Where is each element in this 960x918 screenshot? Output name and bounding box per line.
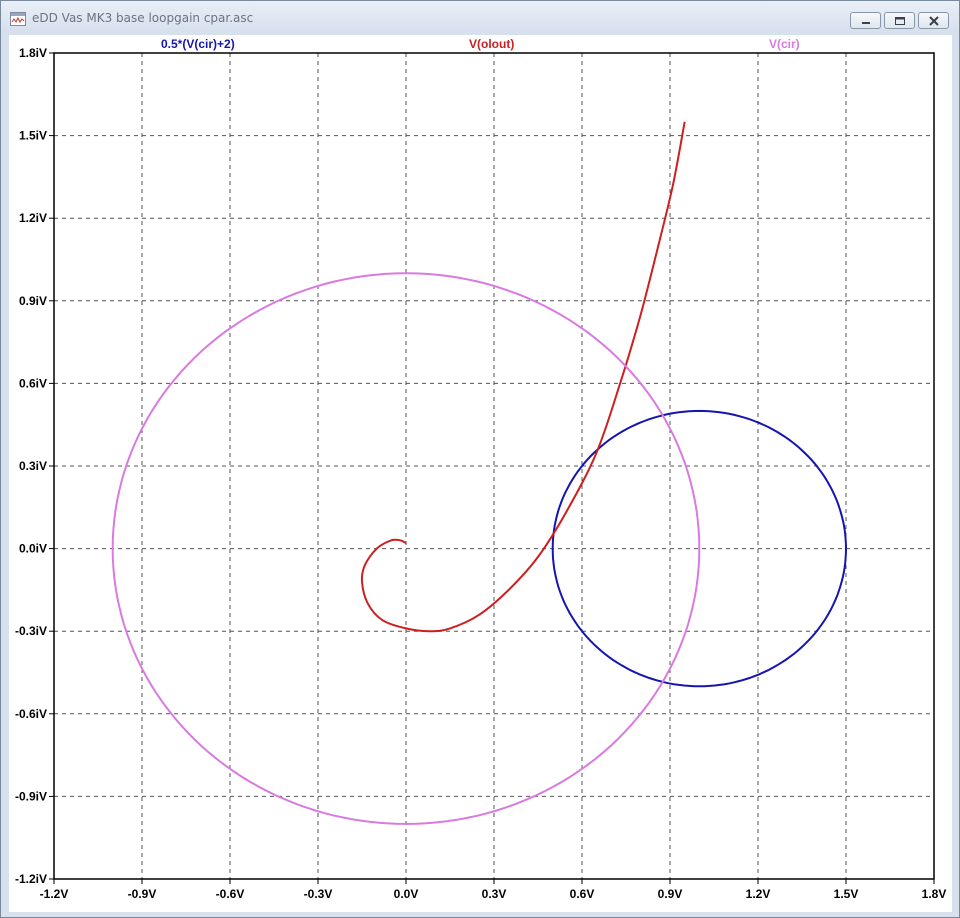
x-tick-label: 0.9V: [658, 887, 683, 901]
y-tick-label: -0.6iV: [15, 707, 47, 721]
y-tick-label: -0.9iV: [15, 789, 47, 803]
x-tick-label: -0.9V: [128, 887, 157, 901]
x-tick-label: -0.6V: [216, 887, 245, 901]
plot-window: eDD Vas MK3 base loopgain cpar.asc 0.5*(…: [0, 0, 960, 918]
y-tick-label: 0.0iV: [19, 542, 47, 556]
x-tick-label: 0.6V: [570, 887, 595, 901]
maximize-icon: [895, 17, 905, 25]
x-tick-label: 1.5V: [834, 887, 859, 901]
x-tick-label: 1.2V: [746, 887, 771, 901]
x-tick-label: 0.3V: [482, 887, 507, 901]
minimize-button[interactable]: [850, 12, 881, 29]
chart-svg[interactable]: -1.2V -0.9V -0.6V -0.3V 0.0V 0.3V 0.6V 0.9V 1.2V…: [9, 35, 952, 912]
series-line-1: [360, 121, 686, 633]
y-tick-label: 0.3iV: [19, 459, 47, 473]
y-tick-label: 1.5iV: [19, 129, 47, 143]
y-tick-label: 0.9iV: [19, 294, 47, 308]
plot-area[interactable]: 0.5*(V(cir)+2) V(olout) V(cir) -1.2V -0.9…: [9, 35, 952, 912]
y-tick-label: -1.2iV: [15, 872, 47, 886]
x-tick-label: -1.2V: [40, 887, 69, 901]
window-title: eDD Vas MK3 base loopgain cpar.asc: [32, 11, 254, 25]
x-tick-label: 0.0V: [394, 887, 419, 901]
close-button[interactable]: [918, 12, 949, 29]
maximize-button[interactable]: [884, 12, 915, 29]
waveform-icon: [10, 12, 26, 26]
y-tick-label: 1.2iV: [19, 211, 47, 225]
y-tick-label: -0.3iV: [15, 624, 47, 638]
y-tick-label: 0.6iV: [19, 376, 47, 390]
y-tick-label: 1.8iV: [19, 46, 47, 60]
x-tick-label: -0.3V: [304, 887, 333, 901]
minimize-icon: [862, 22, 870, 24]
x-tick-label: 1.8V: [922, 887, 947, 901]
close-icon: [929, 16, 939, 26]
title-bar[interactable]: eDD Vas MK3 base loopgain cpar.asc: [1, 1, 959, 35]
